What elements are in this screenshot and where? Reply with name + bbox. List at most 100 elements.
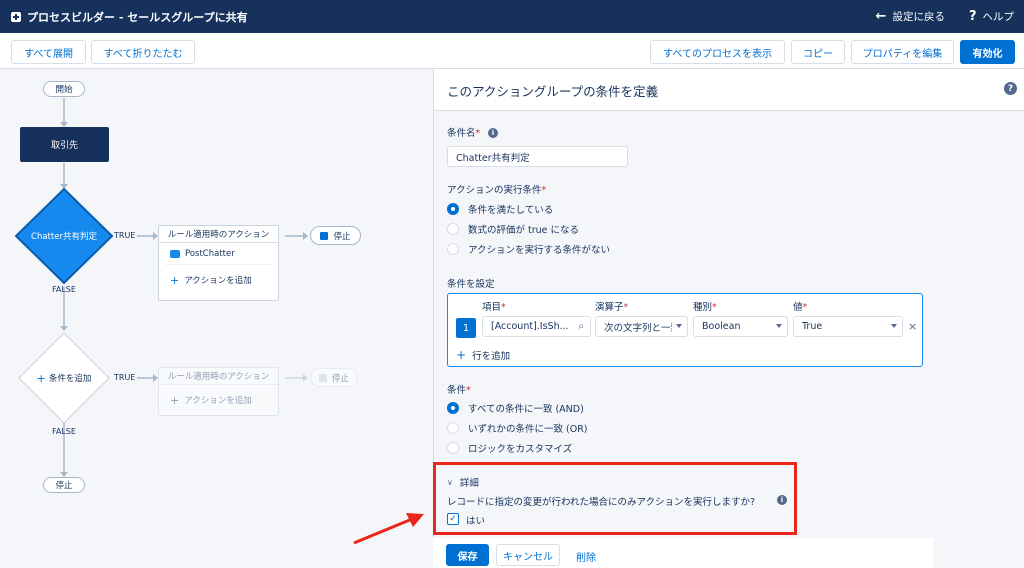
field-header: 項目*	[482, 302, 506, 313]
stop-icon	[318, 373, 327, 382]
logic-option-label: いずれかの条件に一致 (OR)	[468, 424, 588, 435]
chatter-icon	[170, 249, 180, 258]
exec-option-label: アクションを実行する条件がない	[468, 245, 611, 256]
operator-select[interactable]: 次の文字列と一致する	[595, 316, 688, 337]
object-node[interactable]: 取引先	[20, 127, 109, 162]
radio-icon	[447, 243, 459, 255]
start-node[interactable]: 開始	[43, 81, 85, 97]
action-postchatter-label: PostChatter	[185, 248, 235, 259]
info-icon[interactable]: i	[488, 128, 498, 138]
true-label: TRUE	[114, 231, 136, 240]
help-label: ヘルプ	[982, 11, 1015, 23]
type-select[interactable]: Boolean	[693, 316, 788, 337]
operator-header: 演算子*	[595, 302, 629, 313]
cancel-button[interactable]: キャンセル	[496, 544, 560, 566]
stop-label: 停止	[333, 231, 351, 242]
radio-icon	[447, 442, 459, 454]
exec-option-formula[interactable]: 数式の評価が true になる	[447, 222, 579, 236]
expand-all-button[interactable]: すべて展開	[11, 40, 86, 64]
process-canvas: 開始 取引先 Chatter共有判定 TRUE FALSE ルール適用時のアクシ…	[0, 69, 433, 568]
logic-option-custom[interactable]: ロジックをカスタマイズ	[447, 441, 572, 455]
plus-icon: +	[170, 273, 180, 287]
set-conditions-label: 条件を設定	[447, 279, 495, 290]
false-label: FALSE	[52, 285, 76, 294]
radio-icon	[447, 402, 459, 414]
radio-icon	[447, 422, 459, 434]
chevron-down-icon	[776, 324, 782, 328]
chevron-down-icon	[891, 324, 897, 328]
field-value: [Account].IsSh...	[491, 321, 569, 332]
stop-node-final[interactable]: 停止	[43, 477, 85, 493]
panel-footer: 保存 キャンセル 削除	[433, 538, 933, 568]
logic-option-and[interactable]: すべての条件に一致 (AND)	[447, 401, 584, 415]
criteria-node-label[interactable]: Chatter共有判定	[16, 228, 112, 244]
add-action-link[interactable]: + アクションを追加	[159, 265, 278, 295]
radio-icon	[447, 203, 459, 215]
immediate-actions-header: ルール適用時のアクション	[159, 226, 278, 243]
show-all-processes-button[interactable]: すべてのプロセスを表示	[650, 40, 785, 64]
logic-option-label: ロジックをカスタマイズ	[468, 444, 573, 455]
help-icon[interactable]: ?	[1004, 82, 1017, 95]
value-header: 値*	[793, 302, 808, 313]
remove-row-icon[interactable]: ×	[908, 320, 917, 333]
process-builder-icon	[11, 11, 21, 22]
value-select[interactable]: True	[793, 316, 903, 337]
question-icon: ?	[968, 9, 977, 24]
add-criteria-node[interactable]: + 条件を追加	[19, 370, 109, 386]
criteria-name-input[interactable]: Chatter共有判定	[447, 146, 628, 167]
exec-option-label: 条件を満たしている	[468, 205, 554, 216]
app-header: プロセスビルダー - セールスグループに共有 ← 設定に戻る ? ヘルプ	[0, 0, 1024, 33]
plus-icon: +	[456, 348, 467, 362]
immediate-actions-header-2: ルール適用時のアクション	[159, 368, 278, 385]
exec-option-label: 数式の評価が true になる	[468, 225, 580, 236]
true-label-2: TRUE	[114, 373, 136, 382]
copy-button[interactable]: コピー	[791, 40, 845, 64]
add-action-link-2: + アクションを追加	[159, 385, 278, 415]
back-to-setup-label: 設定に戻る	[892, 11, 945, 23]
back-to-setup-link[interactable]: ← 設定に戻る	[876, 9, 945, 24]
exec-option-conditions-met[interactable]: 条件を満たしている	[447, 202, 553, 216]
false-label-2: FALSE	[52, 427, 76, 436]
panel-header: このアクショングループの条件を定義 ?	[434, 69, 1024, 111]
plus-icon: +	[36, 371, 46, 385]
field-picker[interactable]: [Account].IsSh... ⌕	[482, 316, 591, 337]
logic-option-label: すべての条件に一致 (AND)	[468, 404, 584, 415]
stop-node-2: 停止	[310, 368, 358, 387]
type-value: Boolean	[702, 321, 741, 332]
delete-link[interactable]: 削除	[576, 549, 596, 564]
toolbar: すべて展開 すべて折りたたむ すべてのプロセスを表示 コピー プロパティを編集 …	[0, 33, 1024, 69]
conditions-box: 項目* 演算子* 種別* 値* 1 [Account].IsSh... ⌕ 次の…	[447, 293, 923, 367]
radio-icon	[447, 223, 459, 235]
exec-criteria-label: アクションの実行条件*	[447, 185, 547, 196]
stop-node[interactable]: 停止	[310, 226, 361, 245]
logic-option-or[interactable]: いずれかの条件に一致 (OR)	[447, 421, 588, 435]
row-number: 1	[456, 318, 476, 338]
activate-button[interactable]: 有効化	[960, 40, 1015, 64]
annotation-arrow	[353, 513, 424, 545]
help-link[interactable]: ? ヘルプ	[969, 9, 1014, 24]
chevron-down-icon	[676, 324, 682, 328]
action-postchatter[interactable]: PostChatter	[165, 243, 272, 265]
panel-title: このアクショングループの条件を定義	[447, 84, 659, 99]
annotation-highlight-box	[433, 462, 797, 535]
criteria-name-label: 条件名*	[447, 128, 481, 139]
add-action-label-2: アクションを追加	[184, 396, 252, 406]
search-icon: ⌕	[578, 321, 584, 332]
edit-properties-button[interactable]: プロパティを編集	[851, 40, 954, 64]
add-criteria-label: 条件を追加	[48, 374, 92, 384]
immediate-actions-box-2: ルール適用時のアクション + アクションを追加	[158, 367, 279, 416]
arrow-left-icon: ←	[875, 9, 887, 24]
stop-icon	[320, 231, 329, 240]
collapse-all-button[interactable]: すべて折りたたむ	[91, 40, 195, 64]
type-header: 種別*	[693, 302, 717, 313]
operator-value: 次の文字列と一致する	[604, 322, 672, 334]
plus-icon: +	[170, 393, 180, 407]
add-row-link[interactable]: + 行を追加	[456, 348, 510, 362]
page-title: プロセスビルダー - セールスグループに共有	[27, 10, 248, 24]
add-row-label: 行を追加	[472, 351, 511, 362]
save-button[interactable]: 保存	[446, 544, 489, 566]
stop-label-2: 停止	[331, 373, 349, 384]
value-value: True	[802, 321, 823, 332]
exec-option-no-criteria[interactable]: アクションを実行する条件がない	[447, 242, 610, 256]
add-action-label: アクションを追加	[184, 276, 252, 286]
